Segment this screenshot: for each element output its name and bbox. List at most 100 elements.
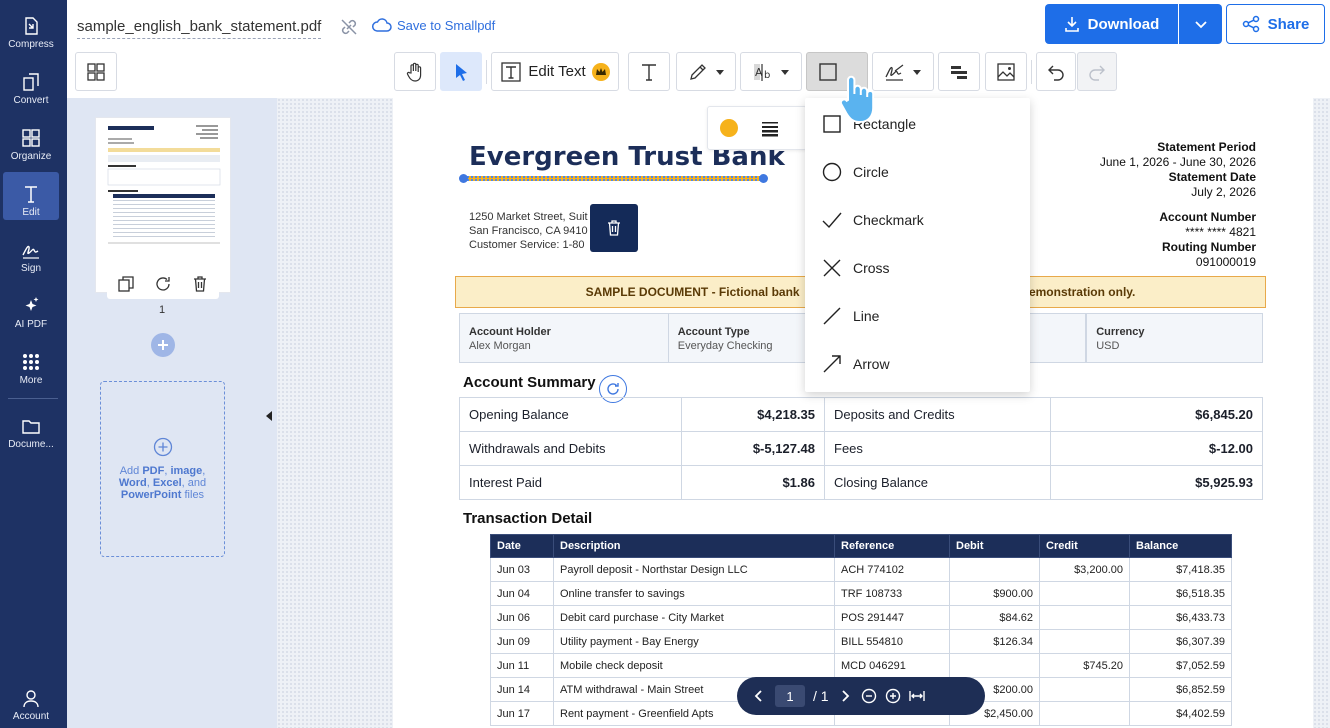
file-name[interactable]: sample_english_bank_statement.pdf	[77, 18, 322, 39]
text-icon	[642, 63, 656, 81]
transaction-detail-title: Transaction Detail	[463, 510, 593, 527]
shape-option-checkmark[interactable]: Checkmark	[805, 200, 1030, 240]
page-navigation-bar: 1 / 1	[737, 677, 985, 715]
shape-option-circle[interactable]: Circle	[805, 152, 1030, 192]
download-options-button[interactable]	[1179, 4, 1222, 44]
highlight-text-button[interactable]: Ab	[740, 52, 802, 91]
svg-text:b: b	[764, 70, 770, 81]
plus-circle-icon	[153, 437, 172, 457]
shape-option-line[interactable]: Line	[805, 296, 1030, 336]
nav-organize[interactable]: Organize	[3, 116, 59, 164]
download-icon	[1064, 17, 1079, 32]
toolbar-divider	[1031, 60, 1032, 84]
grid-view-icon	[87, 62, 105, 81]
chevron-left-icon[interactable]	[751, 688, 767, 704]
hand-icon	[406, 62, 422, 82]
undo-icon	[1048, 65, 1064, 81]
redact-tool-button[interactable]	[938, 52, 980, 91]
chevron-down-icon	[1194, 21, 1207, 29]
line-icon	[823, 307, 841, 325]
redact-lines-icon	[951, 65, 967, 79]
page-thumbnail[interactable]	[96, 118, 230, 292]
line-weight-icon[interactable]	[760, 119, 780, 137]
select-tool-button[interactable]	[440, 52, 482, 91]
page-grid-button[interactable]	[75, 52, 117, 91]
download-button[interactable]: Download	[1045, 4, 1178, 44]
nav-compress[interactable]: Compress	[3, 4, 59, 52]
nav-sign[interactable]: Sign	[3, 228, 59, 276]
add-page-button[interactable]	[151, 333, 175, 357]
shape-option-cross[interactable]: Cross	[805, 248, 1030, 288]
save-to-smallpdf-link[interactable]: Save to Smallpdf	[372, 17, 495, 33]
caret-down-icon	[781, 69, 789, 75]
delete-annotation-button[interactable]	[590, 204, 638, 252]
current-page-input[interactable]: 1	[775, 685, 805, 707]
table-row: Withdrawals and Debits $-5,127.48 Fees $…	[459, 431, 1263, 466]
selected-line-annotation[interactable]	[463, 176, 765, 181]
organize-icon	[22, 129, 40, 147]
cursor-arrow-icon	[456, 63, 467, 81]
pointer-hand-cursor-icon	[839, 75, 874, 124]
cross-icon	[823, 259, 841, 277]
undo-button[interactable]	[1036, 52, 1076, 91]
nav-account[interactable]: Account	[3, 676, 59, 724]
nav-documents[interactable]: Docume...	[3, 404, 59, 452]
edit-text-icon	[501, 61, 522, 82]
table-row: Jun 11 Mobile check deposit MCD 046291 $745…	[490, 653, 1232, 678]
ai-sparkle-icon	[25, 297, 39, 311]
fit-width-icon[interactable]	[908, 688, 925, 704]
left-navigation: Compress Convert Organize Edit Sign AI P…	[0, 0, 67, 728]
shape-option-arrow[interactable]: Arrow	[805, 344, 1030, 384]
collapse-panel-icon[interactable]	[265, 410, 273, 422]
selection-handle-start[interactable]	[459, 174, 468, 183]
table-row: Jun 04 Online transfer to savings TRF 1087…	[490, 581, 1232, 606]
table-row: Jun 03 Payroll deposit - Northstar Design…	[490, 557, 1232, 582]
image-icon	[997, 62, 1015, 81]
insert-image-button[interactable]	[985, 52, 1027, 91]
selection-handle-end[interactable]	[759, 174, 768, 183]
trash-icon[interactable]	[191, 275, 209, 293]
plus-icon	[158, 340, 168, 350]
sign-icon	[22, 245, 39, 259]
add-text-button[interactable]	[628, 52, 670, 91]
rotate-icon[interactable]	[154, 275, 172, 293]
pan-tool-button[interactable]	[394, 52, 436, 91]
cloud-icon	[372, 18, 392, 32]
thumbnail-page-number: 1	[159, 304, 166, 316]
rotate-icon	[607, 383, 619, 395]
unlink-icon[interactable]	[340, 18, 358, 36]
account-icon	[23, 690, 39, 708]
more-grid-icon	[23, 354, 39, 370]
signature-icon	[885, 64, 904, 81]
nav-edit[interactable]: Edit	[3, 172, 59, 220]
redo-button[interactable]	[1077, 52, 1117, 91]
nav-divider	[8, 398, 58, 399]
signature-tool-button[interactable]	[872, 52, 934, 91]
shapes-dropdown-menu: Rectangle Circle Checkmark Cross Line Ar…	[805, 98, 1030, 392]
zoom-out-icon[interactable]	[861, 688, 877, 704]
table-header-row: Date Description Reference Debit Credit …	[490, 534, 1232, 558]
caret-down-icon	[716, 69, 724, 75]
compress-icon	[25, 17, 38, 35]
duplicate-icon[interactable]	[117, 275, 135, 293]
account-summary-table: Opening Balance $4,218.35 Deposits and C…	[459, 397, 1263, 500]
page-thumbnail-panel: 1 Add PDF, image, Word, Excel, and PowerPo…	[67, 98, 277, 728]
zoom-in-icon[interactable]	[885, 688, 901, 704]
edit-icon	[25, 186, 37, 203]
folder-icon	[22, 420, 40, 434]
color-picker-swatch[interactable]	[720, 119, 738, 137]
nav-more[interactable]: More	[3, 340, 59, 388]
toolbar-divider	[486, 60, 487, 84]
annotation-style-bar	[707, 106, 807, 150]
nav-ai-pdf[interactable]: AI PDF	[3, 284, 59, 332]
nav-convert[interactable]: Convert	[3, 60, 59, 108]
arrow-icon	[823, 355, 841, 373]
document-canvas: Evergreen Trust Bank 1250 Market Street,…	[277, 98, 1330, 728]
account-summary-title: Account Summary	[463, 374, 596, 391]
redo-icon	[1089, 65, 1105, 81]
chevron-right-icon[interactable]	[837, 688, 853, 704]
add-files-dropzone[interactable]: Add PDF, image, Word, Excel, and PowerPoin…	[100, 381, 225, 557]
share-button[interactable]: Share	[1226, 4, 1325, 44]
draw-tool-button[interactable]	[676, 52, 736, 91]
edit-text-button[interactable]: Edit Text	[491, 52, 619, 91]
